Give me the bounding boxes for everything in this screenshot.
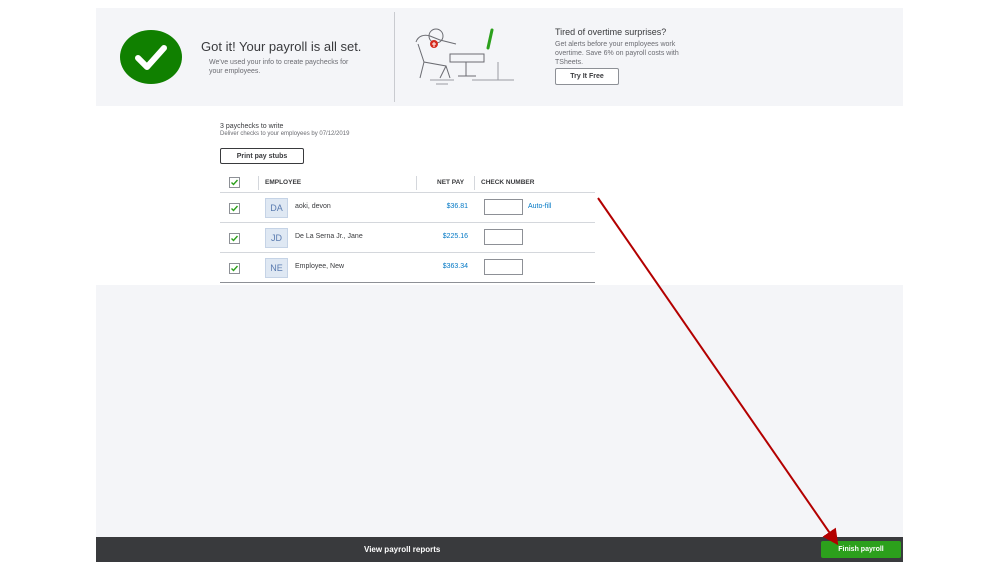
check-icon bbox=[231, 265, 239, 272]
payroll-confirmation-page: Got it! Your payroll is all set. We've u… bbox=[96, 8, 903, 562]
row-checkbox[interactable] bbox=[229, 203, 240, 214]
footer-bar: View payroll reports Finish payroll bbox=[96, 537, 903, 562]
column-separator bbox=[416, 176, 417, 190]
avatar: NE bbox=[265, 258, 288, 278]
column-header-net-pay[interactable]: NET PAY bbox=[437, 179, 464, 186]
try-it-free-button[interactable]: Try It Free bbox=[555, 68, 619, 85]
paychecks-table: EMPLOYEE NET PAY CHECK NUMBER DA aoki, d… bbox=[220, 174, 595, 283]
view-payroll-reports-link[interactable]: View payroll reports bbox=[364, 545, 440, 554]
avatar: JD bbox=[265, 228, 288, 248]
banner-title: Got it! Your payroll is all set. bbox=[201, 39, 362, 54]
check-icon bbox=[231, 179, 239, 186]
banner-subtitle: We've used your info to create paychecks… bbox=[209, 59, 349, 75]
check-icon bbox=[231, 205, 239, 212]
auto-fill-link[interactable]: Auto-fill bbox=[528, 203, 551, 210]
check-number-input[interactable] bbox=[484, 229, 523, 245]
column-separator bbox=[258, 176, 259, 190]
check-number-input[interactable] bbox=[484, 199, 523, 215]
row-checkbox[interactable] bbox=[229, 233, 240, 244]
employee-name: Employee, New bbox=[295, 263, 345, 270]
net-pay-link[interactable]: $363.34 bbox=[443, 263, 468, 270]
checkmark-circle-icon bbox=[120, 30, 182, 84]
table-row: JD De La Serna Jr., Jane $225.16 bbox=[220, 223, 595, 253]
employee-name: De La Serna Jr., Jane bbox=[295, 233, 363, 240]
person-relaxing-illustration bbox=[415, 28, 514, 85]
row-checkbox[interactable] bbox=[229, 263, 240, 274]
check-icon bbox=[231, 235, 239, 242]
success-banner: Got it! Your payroll is all set. We've u… bbox=[96, 8, 903, 106]
paychecks-panel: 3 paychecks to write Deliver checks to y… bbox=[96, 106, 903, 285]
table-header: EMPLOYEE NET PAY CHECK NUMBER bbox=[220, 174, 595, 193]
banner-divider bbox=[394, 12, 395, 102]
check-number-input[interactable] bbox=[484, 259, 523, 275]
column-header-employee[interactable]: EMPLOYEE bbox=[265, 179, 301, 186]
net-pay-link[interactable]: $225.16 bbox=[443, 233, 468, 240]
table-row: NE Employee, New $363.34 bbox=[220, 253, 595, 283]
net-pay-link[interactable]: $36.81 bbox=[447, 203, 468, 210]
table-row: DA aoki, devon $36.81 Auto-fill bbox=[220, 193, 595, 223]
paycheck-count: 3 paychecks to write bbox=[220, 123, 284, 130]
select-all-checkbox[interactable] bbox=[229, 177, 240, 188]
promo-text: Get alerts before your employees work ov… bbox=[555, 41, 679, 66]
column-header-check-number[interactable]: CHECK NUMBER bbox=[481, 179, 534, 186]
employee-name: aoki, devon bbox=[295, 203, 331, 210]
print-pay-stubs-button[interactable]: Print pay stubs bbox=[220, 148, 304, 164]
avatar: DA bbox=[265, 198, 288, 218]
promo-title: Tired of overtime surprises? bbox=[555, 27, 667, 37]
finish-payroll-button[interactable]: Finish payroll bbox=[821, 541, 901, 558]
delivery-deadline: Deliver checks to your employees by 07/1… bbox=[220, 131, 350, 137]
column-separator bbox=[474, 176, 475, 190]
